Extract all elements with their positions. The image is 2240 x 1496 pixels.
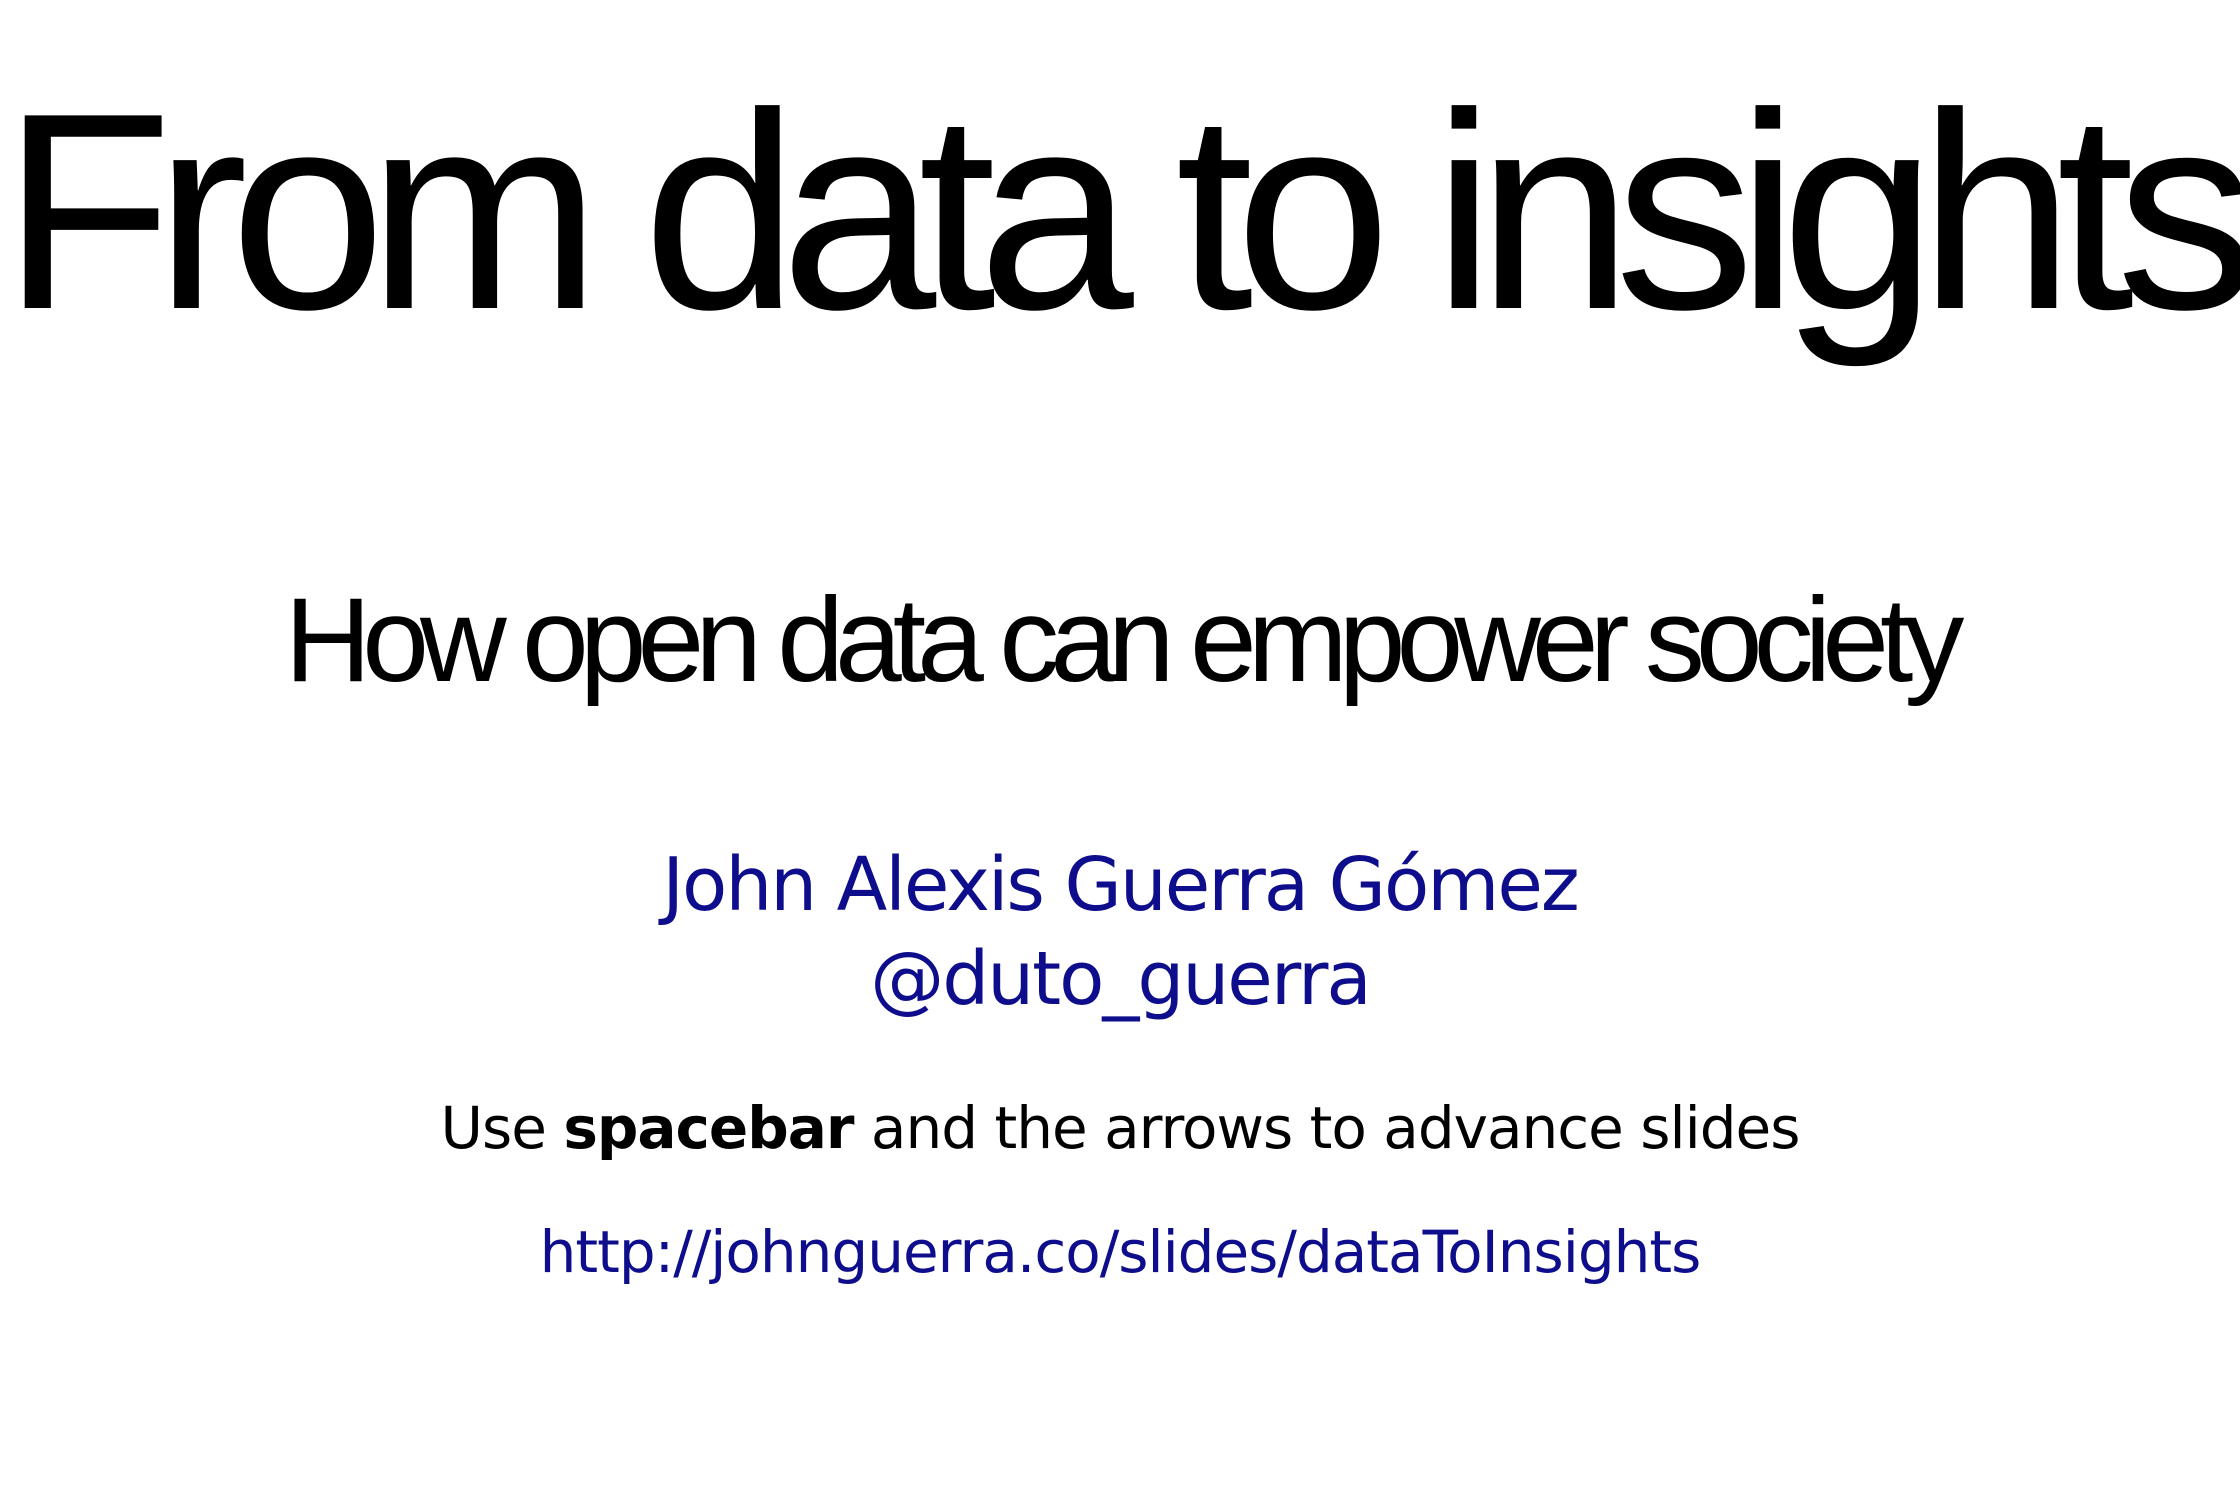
slides-link[interactable]: http://johnguerra.co/slides/dataToInsigh… — [540, 1218, 1702, 1286]
author-handle: @duto_guerra — [870, 936, 1371, 1022]
author-block: John Alexis Guerra Gómez @duto_guerra — [0, 838, 2240, 1026]
instructions-key: spacebar — [563, 1094, 854, 1162]
instructions-prefix: Use — [440, 1094, 564, 1162]
presentation-slide: From data to insights How open data can … — [0, 0, 2240, 1496]
slides-link-container: http://johnguerra.co/slides/dataToInsigh… — [0, 1214, 2240, 1290]
navigation-instructions: Use spacebar and the arrows to advance s… — [0, 1090, 2240, 1166]
instructions-suffix: and the arrows to advance slides — [853, 1094, 1801, 1162]
slide-title: From data to insights — [1, 56, 2240, 368]
slide-subtitle: How open data can empower society — [284, 573, 1965, 707]
author-name: John Alexis Guerra Gómez — [662, 842, 1580, 928]
